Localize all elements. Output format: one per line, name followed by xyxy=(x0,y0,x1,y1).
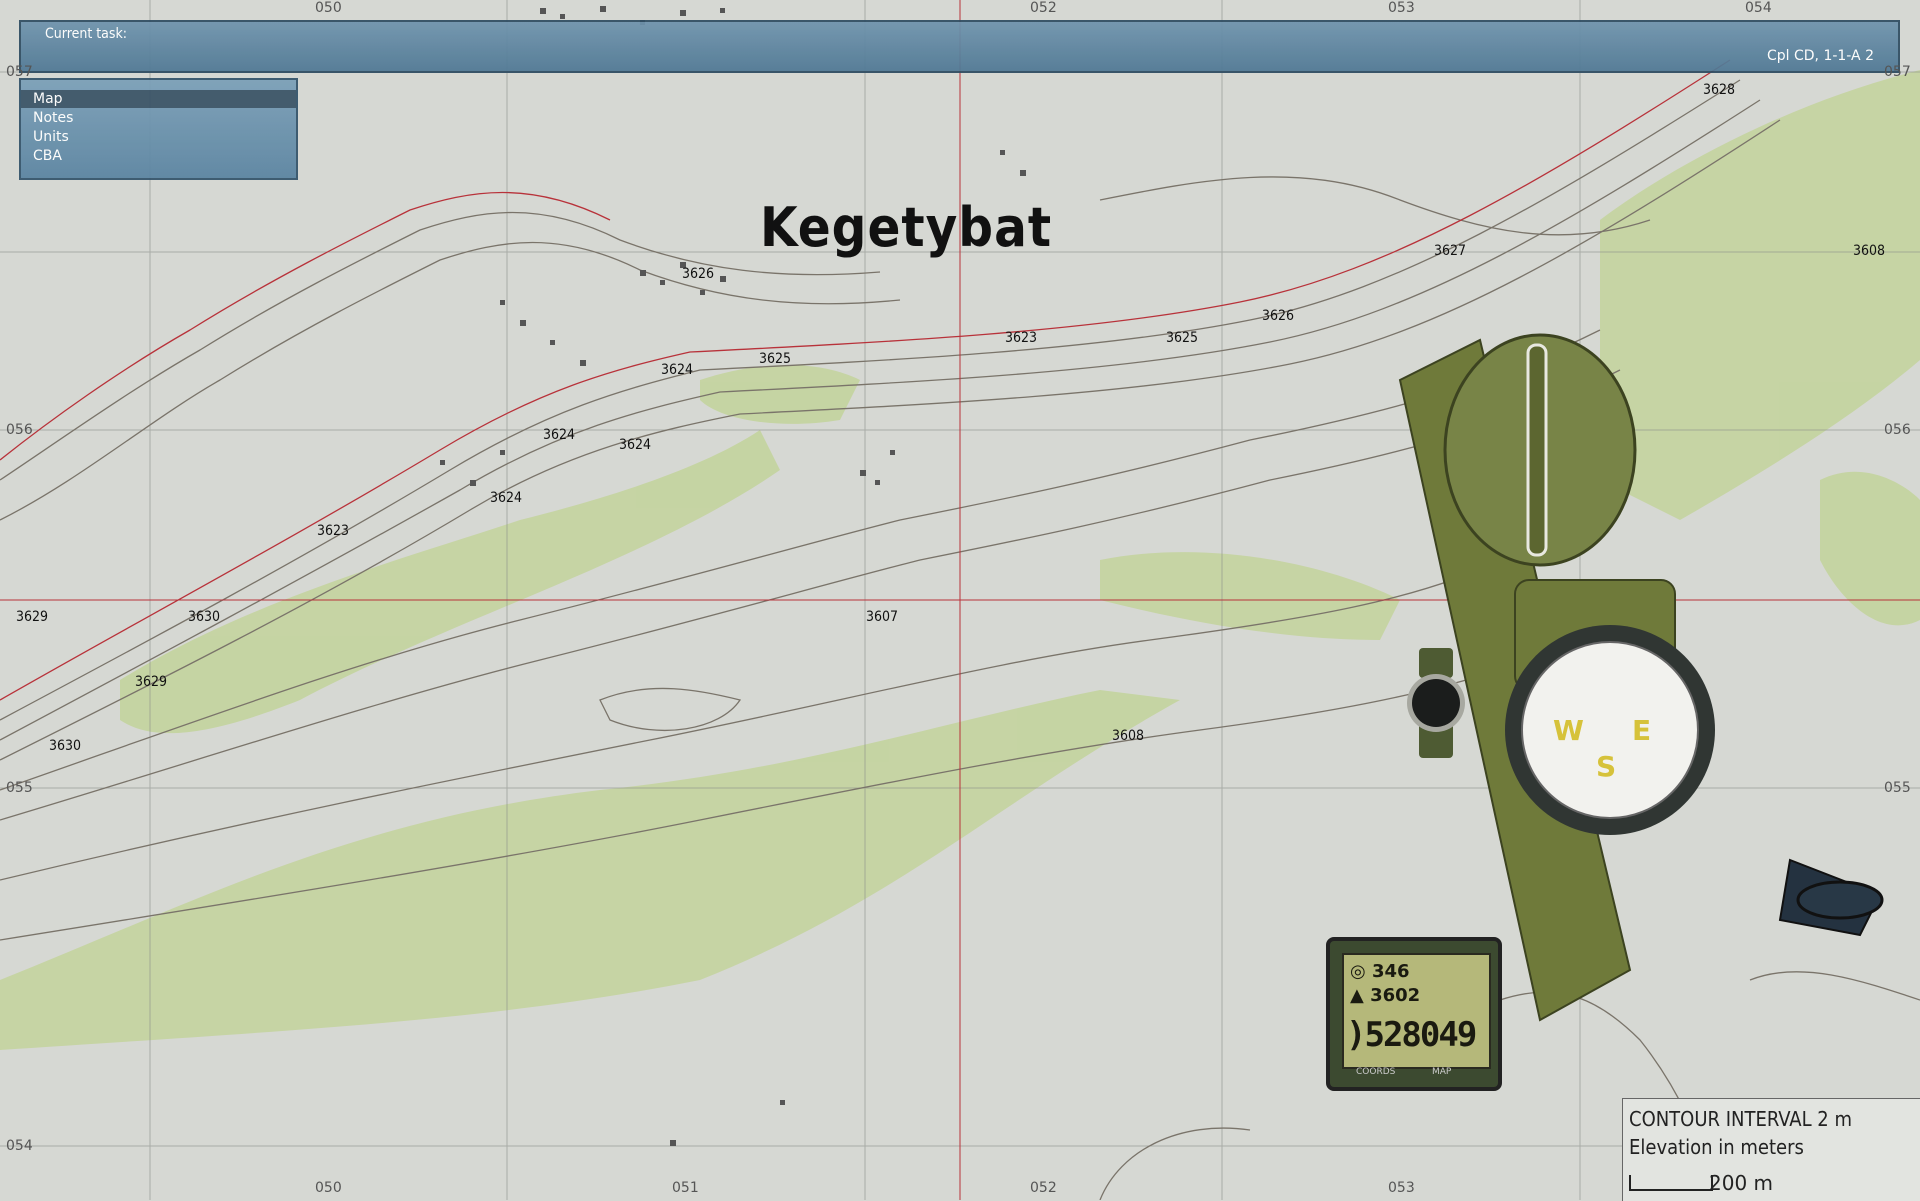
grid-label: 055 xyxy=(6,780,33,796)
scale-bar-label: 200 m xyxy=(1709,1171,1774,1195)
menu-item-map[interactable]: Map xyxy=(21,90,296,108)
elevation-label: 3629 xyxy=(16,609,49,625)
elevation-label: 3624 xyxy=(543,427,576,443)
scale-bar xyxy=(1629,1175,1713,1191)
elevation-label: 3624 xyxy=(619,437,652,453)
grid-label: 055 xyxy=(1884,780,1911,796)
elevation-label: 3629 xyxy=(135,674,168,690)
menu-item-cba[interactable]: CBA xyxy=(21,147,296,165)
compass-west-label: W xyxy=(1553,714,1584,747)
contour-interval-label: CONTOUR INTERVAL 2 m xyxy=(1629,1107,1852,1131)
elevation-label: 3623 xyxy=(317,523,350,539)
gps-altitude-value: 3602 xyxy=(1370,985,1421,1006)
task-bar: Current task: Cpl CD, 1-1-A 2 xyxy=(19,20,1900,73)
grid-label: 052 xyxy=(1030,1180,1057,1196)
grid-label: 057 xyxy=(6,64,33,80)
grid-label: 050 xyxy=(315,0,342,16)
wrist-watch[interactable] xyxy=(1407,648,1465,758)
menu-item-units[interactable]: Units xyxy=(21,128,296,146)
elevation-label: 3608 xyxy=(1112,728,1145,744)
elevation-units-label: Elevation in meters xyxy=(1629,1135,1804,1159)
elevation-label: 3626 xyxy=(1262,308,1295,324)
elevation-label: 3625 xyxy=(1166,330,1199,346)
gps-device[interactable]: ◎ 346 ▲ 3602 )528049 COORDS MAP xyxy=(1326,937,1502,1091)
gps-tab-map[interactable]: MAP xyxy=(1432,1067,1451,1077)
elevation-label: 3630 xyxy=(188,609,221,625)
grid-label: 056 xyxy=(6,422,33,438)
grid-label: 053 xyxy=(1388,0,1415,16)
elevation-label: 3627 xyxy=(1434,243,1467,259)
compass-south-label: S xyxy=(1596,750,1617,783)
elevation-label: 3628 xyxy=(1703,82,1736,98)
elevation-label: 3624 xyxy=(661,362,694,378)
player-identity: Cpl CD, 1-1-A 2 xyxy=(1766,48,1874,64)
menu-item-notes[interactable]: Notes xyxy=(21,109,296,127)
grid-label: 054 xyxy=(6,1138,33,1154)
town-name: Kegetybat xyxy=(760,196,1053,259)
grid-label: 054 xyxy=(1745,0,1772,16)
map-canvas[interactable] xyxy=(0,0,1920,1200)
gps-altitude: ▲ 3602 xyxy=(1350,985,1421,1006)
grid-label: 051 xyxy=(672,1180,699,1196)
grid-label: 056 xyxy=(1884,422,1911,438)
elevation-label: 3624 xyxy=(490,490,523,506)
map-legend: CONTOUR INTERVAL 2 m Elevation in meters… xyxy=(1622,1098,1920,1201)
elevation-label: 3625 xyxy=(759,351,792,367)
compass-east-label: E xyxy=(1632,714,1652,747)
gps-tab-coords[interactable]: COORDS xyxy=(1356,1067,1395,1077)
gps-heading: ◎ 346 xyxy=(1350,961,1410,982)
gps-heading-value: 346 xyxy=(1371,961,1410,982)
gps-coords: )528049 xyxy=(1346,1015,1477,1055)
elevation-label: 3607 xyxy=(866,609,899,625)
elevation-label: 3630 xyxy=(49,738,82,754)
grid-label: 057 xyxy=(1884,64,1911,80)
grid-label: 050 xyxy=(315,1180,342,1196)
map-menu: Map Notes Units CBA xyxy=(19,78,298,180)
grid-label: 052 xyxy=(1030,0,1057,16)
elevation-label: 3608 xyxy=(1853,243,1886,259)
gps-screen: ◎ 346 ▲ 3602 )528049 xyxy=(1342,953,1491,1069)
elevation-label: 3626 xyxy=(682,266,715,282)
current-task-label: Current task: xyxy=(45,26,128,42)
elevation-label: 3623 xyxy=(1005,330,1038,346)
grid-label: 053 xyxy=(1388,1180,1415,1196)
